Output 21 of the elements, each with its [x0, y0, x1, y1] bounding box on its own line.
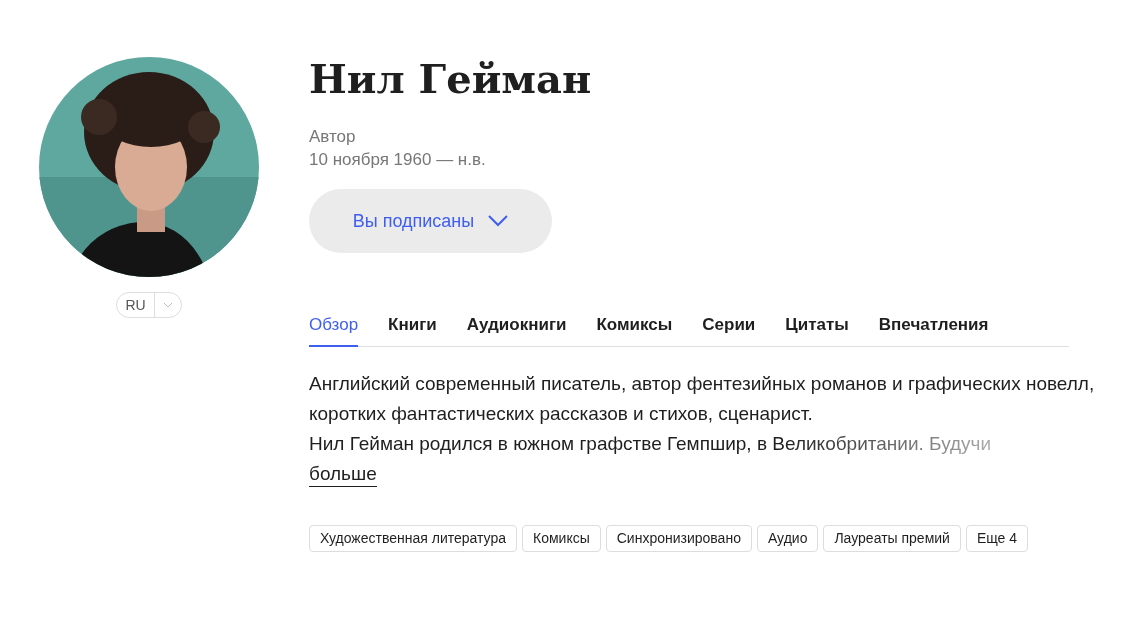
author-dates: 10 ноября 1960 — н.в. [309, 149, 487, 171]
language-code: RU [117, 293, 155, 317]
tag[interactable]: Синхронизировано [605, 525, 752, 552]
tag[interactable]: Художественная литература [309, 525, 517, 552]
subscribe-button[interactable]: Вы подписаны [309, 189, 552, 253]
tab[interactable]: Книги [388, 313, 437, 347]
tab[interactable]: Впечатления [878, 313, 989, 347]
tab[interactable]: Цитаты [785, 313, 849, 347]
tag[interactable]: Еще 4 [965, 525, 1029, 552]
description-text: Нил Гейман родился в южном графстве Гемпшир, в Великобритании. Будучи [309, 432, 993, 456]
tab[interactable]: Обзор [309, 313, 359, 347]
tag[interactable]: Аудио [756, 525, 819, 552]
more-link[interactable]: больше [309, 462, 377, 487]
tab[interactable]: Аудиокниги [466, 313, 567, 347]
tag[interactable]: Комиксы [522, 525, 601, 552]
tab[interactable]: Серии [702, 313, 756, 347]
description-text: Английский современный писатель, автор фентезийных романов и графических новелл, коротких фантастических рассказов и стихов, сценарист. [309, 372, 1096, 426]
author-name: Нил Гейман [309, 57, 593, 101]
tag[interactable]: Лауреаты премий [823, 525, 961, 552]
tab[interactable]: Комиксы [596, 313, 673, 347]
author-role: Автор [309, 126, 357, 148]
